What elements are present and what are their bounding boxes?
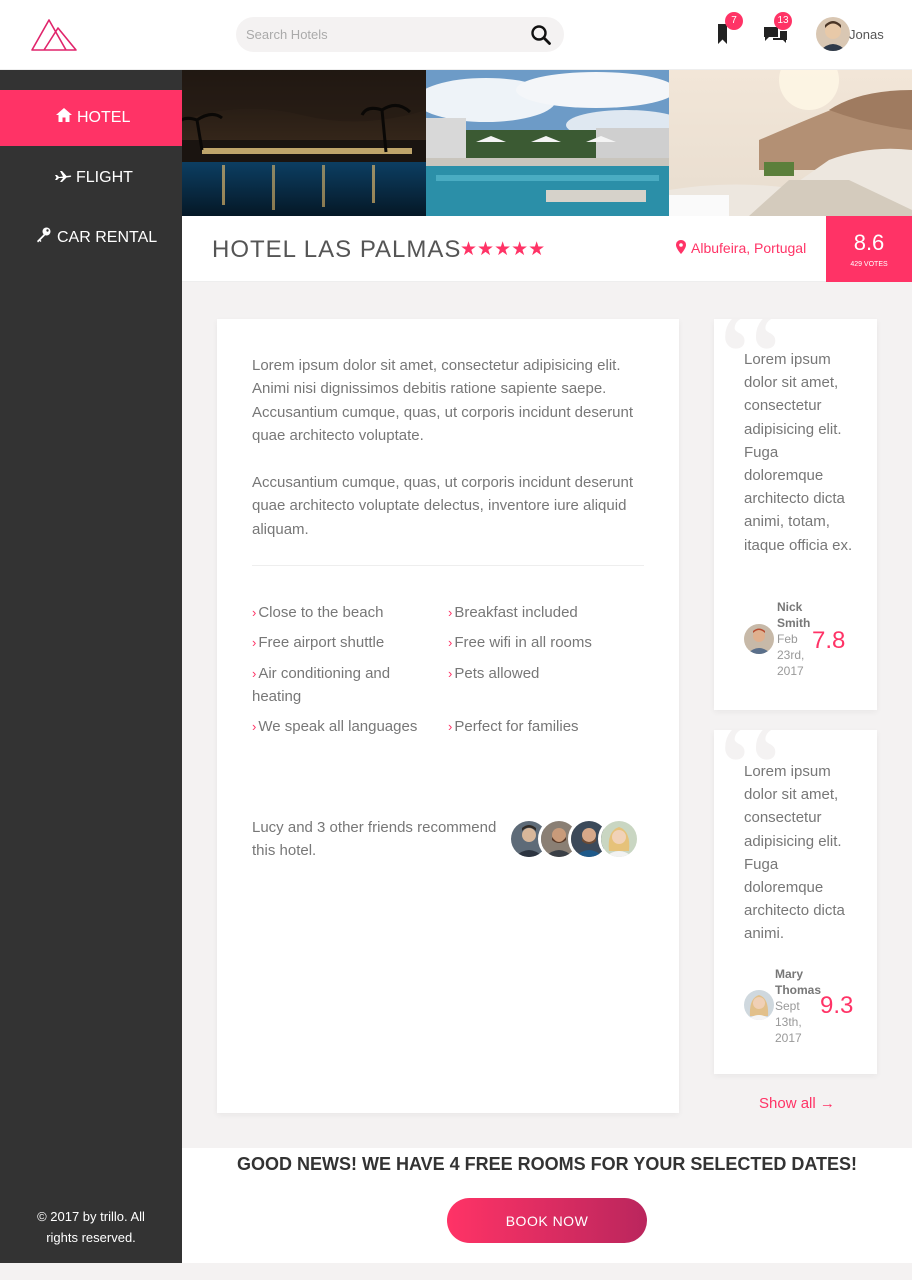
gallery-photo-cliff-view[interactable] bbox=[669, 70, 912, 216]
star-rating: ★★★★★ bbox=[460, 239, 546, 260]
hotel-gallery bbox=[182, 70, 912, 216]
search-input[interactable] bbox=[236, 17, 516, 52]
bookmarks-badge: 7 bbox=[725, 12, 743, 30]
user-avatar bbox=[816, 17, 850, 51]
chevron-right-icon: › bbox=[252, 719, 257, 734]
feature-item: › Free airport shuttle bbox=[252, 634, 385, 651]
review-score: 7.8 bbox=[812, 627, 846, 654]
bookmarks-button[interactable]: 7 bbox=[712, 12, 743, 48]
free-rooms-message: Good news! We have 4 free rooms for your… bbox=[236, 1154, 858, 1174]
chevron-right-icon: › bbox=[448, 719, 453, 734]
rating-average: 8.6 bbox=[853, 230, 885, 255]
review-text: Lorem ipsum dolor sit amet, consectetur … bbox=[744, 763, 845, 943]
key-icon bbox=[37, 227, 51, 243]
sidebar-item-car-rental[interactable]: Car Rental bbox=[0, 210, 182, 266]
feature-item: › Free wifi in all rooms bbox=[448, 634, 592, 651]
chevron-right-icon: › bbox=[448, 605, 453, 620]
reviewer-avatar bbox=[744, 624, 774, 654]
review-date: Feb 23rd, 2017 bbox=[777, 632, 805, 678]
show-all-reviews-link[interactable]: Show all → bbox=[759, 1095, 835, 1112]
user-menu[interactable]: Jonas bbox=[816, 17, 906, 53]
trillo-logo-icon[interactable] bbox=[30, 16, 78, 54]
hotel-location-text: Albufeira, Portugal bbox=[691, 240, 807, 256]
chevron-right-icon: › bbox=[448, 635, 453, 650]
review-score: 9.3 bbox=[820, 992, 854, 1019]
feature-item: › Perfect for families bbox=[448, 718, 579, 735]
description-paragraph: Lorem ipsum dolor sit amet, consectetur … bbox=[252, 357, 634, 445]
sidebar-item-label: Flight bbox=[76, 169, 133, 186]
airplane-icon bbox=[55, 171, 72, 182]
user-review-card: “ Lorem ipsum dolor sit amet, consectetu… bbox=[714, 730, 877, 1074]
search-bar bbox=[236, 17, 564, 52]
gallery-photo-day-pool[interactable] bbox=[426, 70, 669, 216]
user-name: Jonas bbox=[849, 27, 884, 42]
top-header: 7 13 Jonas bbox=[0, 0, 912, 70]
divider bbox=[252, 565, 644, 566]
booking-cta: Good news! We have 4 free rooms for your… bbox=[182, 1148, 912, 1263]
rating-votes: 429 votes bbox=[850, 261, 888, 268]
chevron-right-icon: › bbox=[252, 666, 257, 681]
feature-item: › Pets allowed bbox=[448, 665, 540, 682]
chevron-right-icon: › bbox=[448, 666, 453, 681]
review-date: Sept 13th, 2017 bbox=[775, 999, 802, 1045]
chevron-right-icon: › bbox=[252, 635, 257, 650]
hotel-description: Lorem ipsum dolor sit amet, consectetur … bbox=[217, 319, 679, 1113]
feature-item: › Breakfast included bbox=[448, 604, 578, 621]
home-icon bbox=[56, 108, 72, 122]
book-now-button[interactable]: Book now bbox=[447, 1198, 647, 1243]
location-pin-icon bbox=[676, 240, 686, 254]
friends-recommend-text: Lucy and 3 other friends recommend this … bbox=[252, 819, 497, 859]
copyright-text: © 2017 by trillo. All rights reserved. bbox=[37, 1209, 145, 1245]
reviewer-avatar bbox=[744, 990, 774, 1020]
user-review-card: “ Lorem ipsum dolor sit amet, consectetu… bbox=[714, 319, 877, 710]
hotel-name: Hotel Las Palmas bbox=[212, 236, 462, 263]
chevron-right-icon: › bbox=[252, 605, 257, 620]
reviewer-name: Mary Thomas bbox=[775, 967, 822, 997]
sidebar-item-label: Hotel bbox=[77, 109, 131, 126]
gallery-photo-night-pool[interactable] bbox=[182, 70, 426, 216]
sidebar-item-label: Car Rental bbox=[57, 229, 158, 246]
feature-item: › We speak all languages bbox=[252, 718, 418, 735]
friend-avatar[interactable] bbox=[598, 818, 640, 860]
messages-badge: 13 bbox=[774, 12, 792, 30]
messages-button[interactable]: 13 bbox=[762, 12, 792, 48]
sidebar-item-hotel[interactable]: Hotel bbox=[0, 90, 182, 146]
hotel-rating-box: 8.6 429 votes bbox=[826, 216, 912, 282]
sidebar-item-flight[interactable]: Flight bbox=[0, 150, 182, 206]
sidebar: Hotel Flight Car Rental © 2017 by trillo… bbox=[0, 70, 182, 1263]
review-text: Lorem ipsum dolor sit amet, consectetur … bbox=[744, 351, 853, 554]
hotel-overview: Hotel Las Palmas ★★★★★ Albufeira, Portug… bbox=[182, 216, 912, 282]
feature-item: › Close to the beach bbox=[252, 604, 384, 621]
search-icon[interactable] bbox=[530, 24, 552, 46]
feature-item: › Air conditioning and heating bbox=[252, 665, 391, 705]
description-paragraph: Accusantium cumque, quas, ut corporis in… bbox=[252, 474, 634, 538]
